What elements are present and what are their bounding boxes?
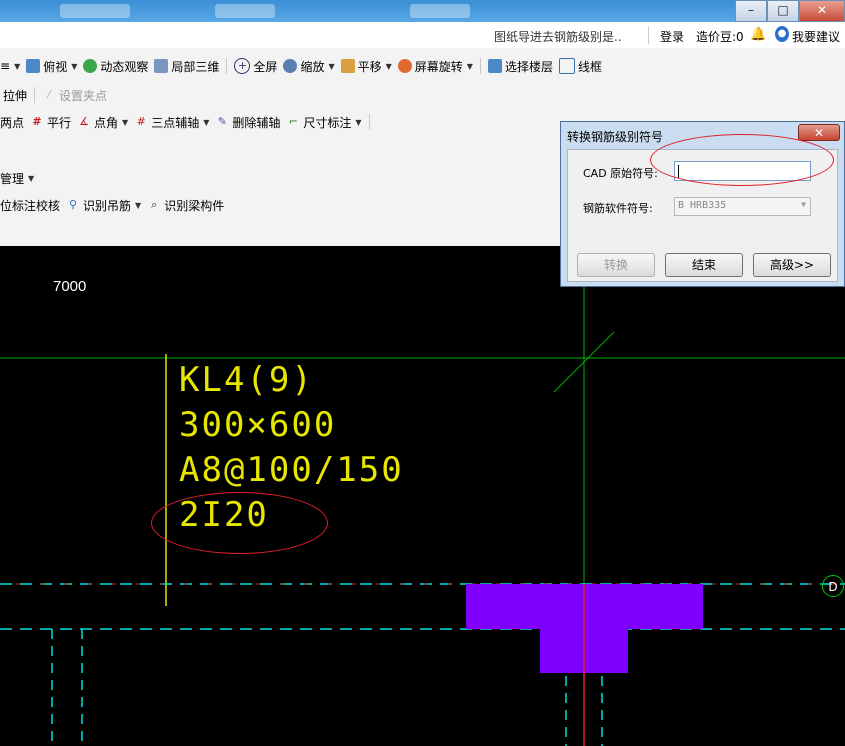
orbit-icon: [83, 59, 98, 73]
app-window: – □ ✕ 图纸导进去钢筋级别是.. 登录 造价豆:0 🔔 ● 我要建议 ≡ ▼ …: [0, 0, 845, 746]
dialog-close-button[interactable]: ✕: [798, 124, 840, 141]
hand-icon: [340, 59, 355, 73]
dimension-text: 7000: [53, 278, 87, 295]
stirrup-text: A8@100/150: [179, 450, 404, 490]
divider: [648, 26, 649, 44]
title-tab-blur: [60, 4, 130, 18]
convert-button[interactable]: 转换: [577, 253, 655, 277]
wireframe-button[interactable]: 线框: [556, 56, 605, 76]
divider: [368, 114, 370, 130]
window-controls: – □ ✕: [735, 0, 845, 22]
eraser-icon: ✎: [217, 115, 227, 128]
identify-hanger-button[interactable]: ⚲ 识别吊筋 ▼: [63, 195, 144, 215]
title-tab-blur: [215, 4, 275, 18]
beam-size-text: 300×600: [179, 405, 337, 445]
beam-name-text: KL4(9): [179, 360, 314, 400]
restore-button[interactable]: □: [767, 0, 799, 22]
magnifier-icon: [283, 59, 298, 73]
select-floor-button[interactable]: 选择楼层: [485, 56, 556, 76]
highlight-ellipse: [151, 492, 328, 554]
identify-beam-button[interactable]: ⌕ 识别梁构件: [144, 195, 227, 215]
three-point-axis-button[interactable]: # 三点辅轴 ▼: [131, 112, 212, 132]
toolbar-row-edit: 拉伸 ⁄ 设置夹点: [0, 84, 110, 106]
parallel-button[interactable]: # 平行: [27, 112, 74, 132]
dimension-button[interactable]: ⌐ 尺寸标注 ▼: [283, 112, 364, 132]
zoom-extents-icon: +: [234, 58, 251, 74]
point-angle-icon: ∡: [79, 115, 89, 128]
layers-icon: [487, 59, 502, 73]
bell-icon[interactable]: 🔔: [750, 27, 766, 42]
notice-link[interactable]: 图纸导进去钢筋级别是..: [494, 28, 622, 45]
person-icon[interactable]: ●: [775, 26, 789, 42]
login-link[interactable]: 登录: [660, 28, 684, 45]
cad-canvas[interactable]: 7000 KL4(9) 300×600 A8@100/150 2I20 D: [0, 246, 845, 746]
fullscreen-button[interactable]: + 全屏: [231, 56, 280, 76]
pan-button[interactable]: 平移 ▼: [338, 56, 395, 76]
set-grip-button[interactable]: ⁄ 设置夹点: [39, 85, 110, 105]
divider: [479, 58, 481, 74]
screen-rotate-button[interactable]: 屏幕旋转 ▼: [395, 56, 476, 76]
title-tab-blur: [410, 4, 470, 18]
zoom-button[interactable]: 缩放 ▼: [280, 56, 337, 76]
close-button[interactable]: ✕: [799, 0, 845, 22]
wireframe-icon: [558, 58, 575, 74]
toolbar-row-axis: 两点 # 平行 ∡ 点角 ▼ # 三点辅轴 ▼ ✎ 删除辅轴 ⌐ 尺寸标注 ▼: [0, 111, 374, 133]
divider: [34, 87, 36, 103]
toolbar-row-manage: 管理 ▼: [0, 167, 37, 189]
two-point-button[interactable]: 两点: [0, 112, 27, 132]
suggest-link[interactable]: 我要建议: [792, 28, 840, 45]
cube-icon: [26, 59, 41, 73]
hanger-icon: ⚲: [68, 198, 78, 211]
software-symbol-select[interactable]: B HRB335 ▼: [674, 197, 811, 216]
parallel-icon: #: [32, 115, 42, 128]
three-point-icon: #: [136, 115, 146, 128]
axis-label-bubble: D: [822, 575, 844, 597]
info-bar: 图纸导进去钢筋级别是.. 登录 造价豆:0 🔔 ● 我要建议: [0, 22, 845, 48]
local-3d-button[interactable]: 局部三维: [151, 56, 222, 76]
partial-menu[interactable]: ≡ ▼: [0, 56, 23, 76]
advanced-button[interactable]: 高级>>: [753, 253, 831, 277]
finish-button[interactable]: 结束: [665, 253, 743, 277]
drawing-layer: [0, 246, 845, 746]
dynamic-view-button[interactable]: 动态观察: [80, 56, 151, 76]
chevron-down-icon: ▼: [801, 200, 806, 209]
toolbar-row-identify: 位标注校核 ⚲ 识别吊筋 ▼ ⌕ 识别梁构件: [0, 194, 227, 216]
point-angle-button[interactable]: ∡ 点角 ▼: [74, 112, 131, 132]
cad-symbol-label: CAD 原始符号:: [583, 167, 658, 180]
top-view-button[interactable]: 俯视 ▼: [23, 56, 80, 76]
box-3d-icon: [154, 59, 169, 73]
highlight-ellipse: [650, 134, 834, 186]
divider: [226, 58, 228, 74]
title-bar: – □ ✕: [0, 0, 845, 22]
dimension-icon: ⌐: [288, 115, 298, 128]
beam-search-icon: ⌕: [151, 198, 158, 211]
toolbar-row-view: ≡ ▼ 俯视 ▼ 动态观察 局部三维 + 全屏 缩放 ▼ 平移 ▼ 屏幕旋转 ▼ 选择楼层 …: [0, 55, 605, 77]
delete-axis-button[interactable]: ✎ 删除辅轴: [212, 112, 283, 132]
beans-count[interactable]: 造价豆:0: [696, 28, 744, 45]
minimize-button[interactable]: –: [735, 0, 767, 22]
rotate-icon: [397, 59, 412, 73]
software-symbol-label: 钢筋软件符号:: [583, 202, 653, 215]
stretch-button[interactable]: 拉伸: [0, 85, 30, 105]
grip-icon: ⁄: [48, 88, 50, 101]
dialog-title: 转换钢筋级别符号: [567, 130, 664, 144]
check-annotation-button[interactable]: 位标注校核: [0, 195, 63, 215]
manage-menu[interactable]: 管理 ▼: [0, 168, 37, 188]
